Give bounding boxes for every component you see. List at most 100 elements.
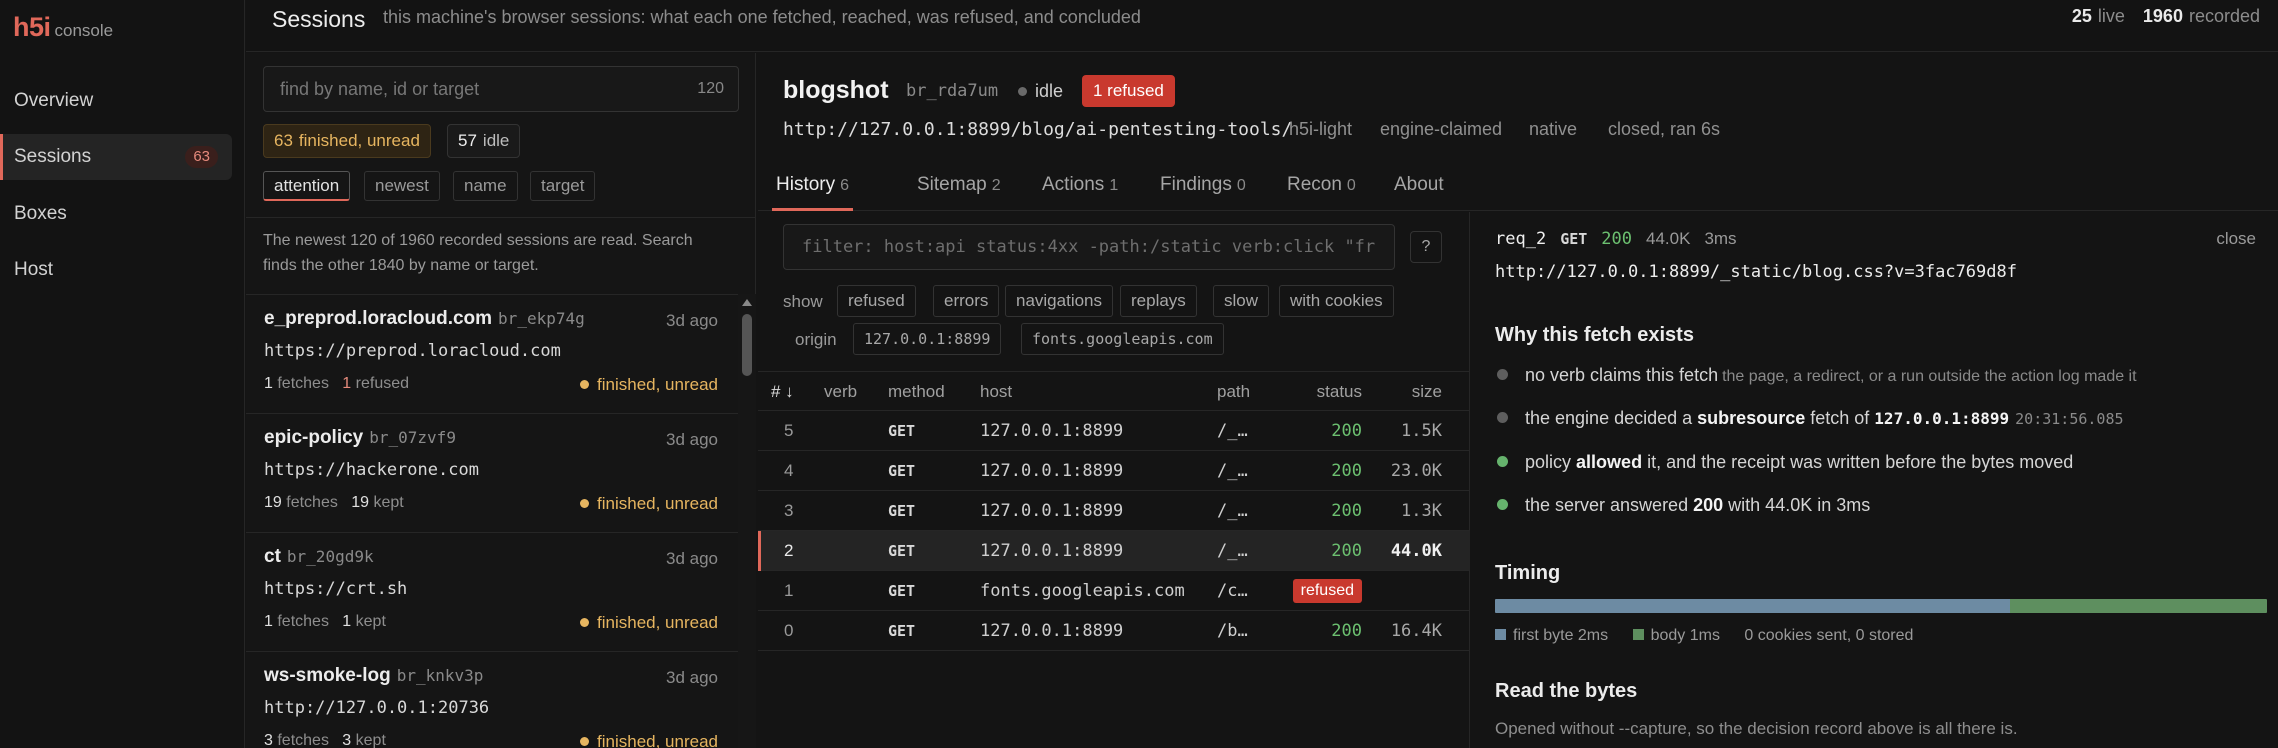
why-item: no verb claims this fetch the page, a red… [1497, 365, 2137, 386]
legend-label: body 1ms [1650, 627, 1720, 644]
col-index[interactable]: # ↓ [771, 372, 794, 412]
session-item[interactable]: ws-smoke-log br_knkv3p 3d ago http://127.… [246, 652, 738, 748]
recorded-count: 1960 [2142, 6, 2183, 26]
chip-idle[interactable]: 57 idle [447, 124, 521, 158]
meta-profile: h5i-light [1289, 119, 1353, 139]
tab-label: Findings [1160, 174, 1232, 195]
sort-target[interactable]: target [530, 171, 596, 201]
origin-chip-local[interactable]: 127.0.0.1:8899 [853, 323, 1002, 355]
tab-count: 6 [840, 177, 850, 194]
fetch-label: fetches [286, 494, 338, 511]
close-button[interactable]: close [2216, 229, 2256, 249]
kept-count: 1 [342, 613, 352, 630]
col-verb[interactable]: verb [824, 372, 857, 412]
sort-name[interactable]: name [453, 171, 518, 201]
tab-sitemap[interactable]: Sitemap 2 [917, 161, 1001, 211]
why-text: the engine decided a [1525, 408, 1693, 428]
request-size: 44.0K [1646, 229, 1691, 248]
nav-item-sessions[interactable]: Sessions 63 [0, 134, 232, 180]
tab-recon[interactable]: Recon 0 [1287, 161, 1356, 211]
row-path: /_… [1217, 541, 1248, 561]
table-row[interactable]: 2 GET 127.0.0.1:8899 /_… 200 44.0K [758, 531, 1470, 571]
tab-count: 0 [1346, 177, 1356, 194]
refused-badge[interactable]: 1 refused [1082, 75, 1175, 107]
table-row[interactable]: 5 GET 127.0.0.1:8899 /_… 200 1.5K [758, 411, 1470, 451]
nav-item-boxes[interactable]: Boxes [0, 191, 232, 237]
filter-chip-refused[interactable]: refused [837, 285, 916, 317]
nav-item-host[interactable]: Host [0, 247, 232, 293]
nav-label: Overview [14, 90, 94, 111]
row-size: 16.4K [1390, 621, 1442, 641]
filter-chip-with-cookies[interactable]: with cookies [1279, 285, 1394, 317]
filter-chip-replays[interactable]: replays [1120, 285, 1197, 317]
nav-item-overview[interactable]: Overview [0, 78, 232, 124]
request-summary: req_2 GET 200 44.0K 3ms [1495, 229, 1737, 249]
tab-about[interactable]: About [1394, 161, 1444, 211]
session-list-panel: 120 63finished, unread 57idle attention … [246, 53, 756, 748]
why-text: the server answered [1525, 495, 1689, 515]
tab-label: Recon [1287, 174, 1342, 195]
timing-body-segment [2009, 599, 2267, 613]
filter-chip-slow[interactable]: slow [1213, 285, 1270, 317]
refused-count: 1 [342, 375, 352, 392]
brand[interactable]: h5i console [13, 12, 113, 43]
col-host[interactable]: host [980, 372, 1012, 412]
fetch-timestamp: 20:31:56.085 [2015, 410, 2124, 428]
row-method: GET [888, 422, 916, 440]
row-method: GET [888, 542, 916, 560]
chip-label: finished, unread [298, 131, 420, 150]
sort-newest[interactable]: newest [364, 171, 440, 201]
chip-finished-unread[interactable]: 63 finished, unread [263, 124, 431, 158]
search-input[interactable] [264, 67, 664, 111]
sidebar-nav: h5i console Overview Sessions 63 Boxes Hos… [0, 0, 245, 748]
detail-tabs: History 6 Sitemap 2 Actions 1 Findings 0 Rec… [758, 161, 2278, 211]
col-status[interactable]: status [1317, 372, 1362, 412]
status-dot [580, 499, 590, 508]
row-status: 200 [1331, 541, 1362, 561]
session-detail-panel: blogshot br_rda7um idle 1 refused http:/… [758, 53, 2278, 748]
session-item[interactable]: ct br_20gd9k 3d ago https://crt.sh 1 fetc… [246, 533, 738, 652]
second-label: kept [373, 494, 404, 511]
filter-chip-errors[interactable]: errors [933, 285, 1000, 317]
why-text: with 44.0K in 3ms [1728, 495, 1871, 515]
table-row[interactable]: 4 GET 127.0.0.1:8899 /_… 200 23.0K [758, 451, 1470, 491]
tab-count: 0 [1236, 177, 1246, 194]
table-row[interactable]: 3 GET 127.0.0.1:8899 /_… 200 1.3K [758, 491, 1470, 531]
session-state: finished, unread [580, 494, 718, 514]
session-url: http://127.0.0.1:20736 [264, 698, 490, 718]
bytes-note: Opened without --capture, so the decisio… [1495, 719, 2018, 738]
session-state: finished, unread [580, 375, 718, 395]
row-size: 1.5K [1401, 421, 1442, 441]
list-scrollbar[interactable] [738, 294, 756, 748]
filter-input[interactable] [784, 225, 1394, 269]
tab-actions[interactable]: Actions 1 [1042, 161, 1118, 211]
tab-label: History [776, 174, 836, 195]
chip-label: idle [482, 131, 510, 150]
filter-help-button[interactable]: ? [1410, 231, 1442, 263]
table-row[interactable]: 0 GET 127.0.0.1:8899/b… 200 16.4K [758, 611, 1470, 651]
session-item[interactable]: epic-policy br_07zvf9 3d ago https://hack… [246, 414, 738, 533]
fetch-count: 1 [264, 375, 273, 392]
why-text: no verb claims this fetch [1525, 365, 1719, 385]
sort-attention[interactable]: attention [263, 171, 351, 201]
row-index: 1 [784, 581, 794, 600]
scroll-up-icon[interactable] [742, 299, 752, 306]
tab-history[interactable]: History 6 [772, 161, 854, 211]
why-item: the engine decided a subresource fetch o… [1497, 408, 2124, 429]
table-row[interactable]: 1 GET fonts.googleapis.com/c… refused [758, 571, 1470, 611]
filter-chip-navigations[interactable]: navigations [1005, 285, 1114, 317]
tab-findings[interactable]: Findings 0 [1160, 161, 1246, 211]
col-method[interactable]: method [888, 372, 945, 412]
row-path: /c… [1217, 581, 1248, 601]
col-path[interactable]: path [1217, 372, 1250, 412]
server-status: 200 [1693, 495, 1724, 515]
scroll-thumb[interactable] [742, 314, 752, 376]
col-size[interactable]: size [1412, 372, 1442, 412]
row-status: 200 [1331, 421, 1362, 441]
session-item[interactable]: e_preprod.loracloud.com br_ekp74g 3d ago … [246, 295, 738, 414]
tab-count: 1 [1109, 177, 1119, 194]
legend-body: body 1ms [1632, 627, 1720, 644]
request-id: req_2 [1495, 229, 1547, 249]
fetch-count: 1 [264, 613, 273, 630]
origin-chip-fonts[interactable]: fonts.googleapis.com [1021, 323, 1224, 355]
